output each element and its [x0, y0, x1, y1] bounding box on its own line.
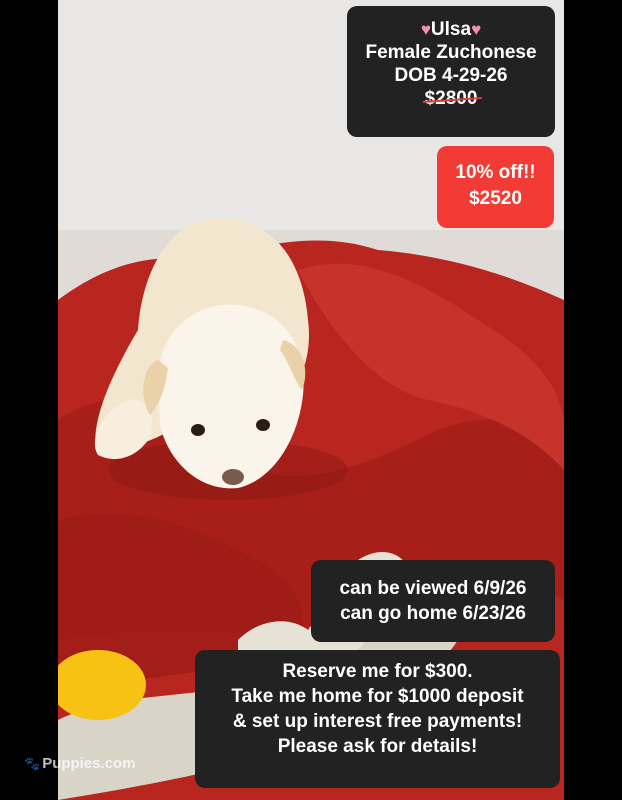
- watermark-text: Puppies.com: [42, 755, 136, 772]
- heart-icon: ♥: [471, 20, 482, 39]
- dates-box: can be viewed 6/9/26 can go home 6/23/26: [311, 560, 555, 642]
- puppy-eye-right: [256, 419, 270, 431]
- puppy-name: Ulsa: [430, 19, 472, 40]
- puppy-eye-left: [191, 424, 205, 436]
- reserve-line-3: & set up interest free payments!: [232, 711, 523, 732]
- reserve-line-4: Please ask for details!: [277, 736, 478, 757]
- screenshot-stage: ♥Ulsa♥ Female Zuchonese DOB 4-29-26 $280…: [0, 0, 622, 800]
- breed-line: Female Zuchonese: [365, 42, 537, 63]
- dob-line: DOB 4-29-26: [394, 65, 508, 86]
- reserve-box: Reserve me for $300. Take me home for $1…: [195, 650, 560, 788]
- dog-logo-icon: 🐾: [24, 756, 41, 771]
- puppy-nose: [222, 469, 244, 485]
- heart-icon: ♥: [420, 20, 431, 39]
- go-home-date: can go home 6/23/26: [340, 603, 526, 624]
- viewing-date: can be viewed 6/9/26: [339, 578, 527, 599]
- discount-price: $2520: [469, 188, 522, 209]
- discount-box: 10% off!! $2520: [437, 146, 554, 228]
- reserve-line-1: Reserve me for $300.: [282, 661, 473, 682]
- reserve-line-2: Take me home for $1000 deposit: [231, 686, 524, 707]
- listing-info-box: ♥Ulsa♥ Female Zuchonese DOB 4-29-26 $280…: [347, 6, 555, 137]
- original-price-line: $2800: [347, 87, 555, 110]
- puppies-watermark: 🐾 Puppies.com: [24, 755, 136, 772]
- discount-label: 10% off!!: [455, 162, 536, 183]
- puppy-name-line: ♥Ulsa♥: [347, 18, 555, 41]
- original-price: $2800: [424, 88, 478, 109]
